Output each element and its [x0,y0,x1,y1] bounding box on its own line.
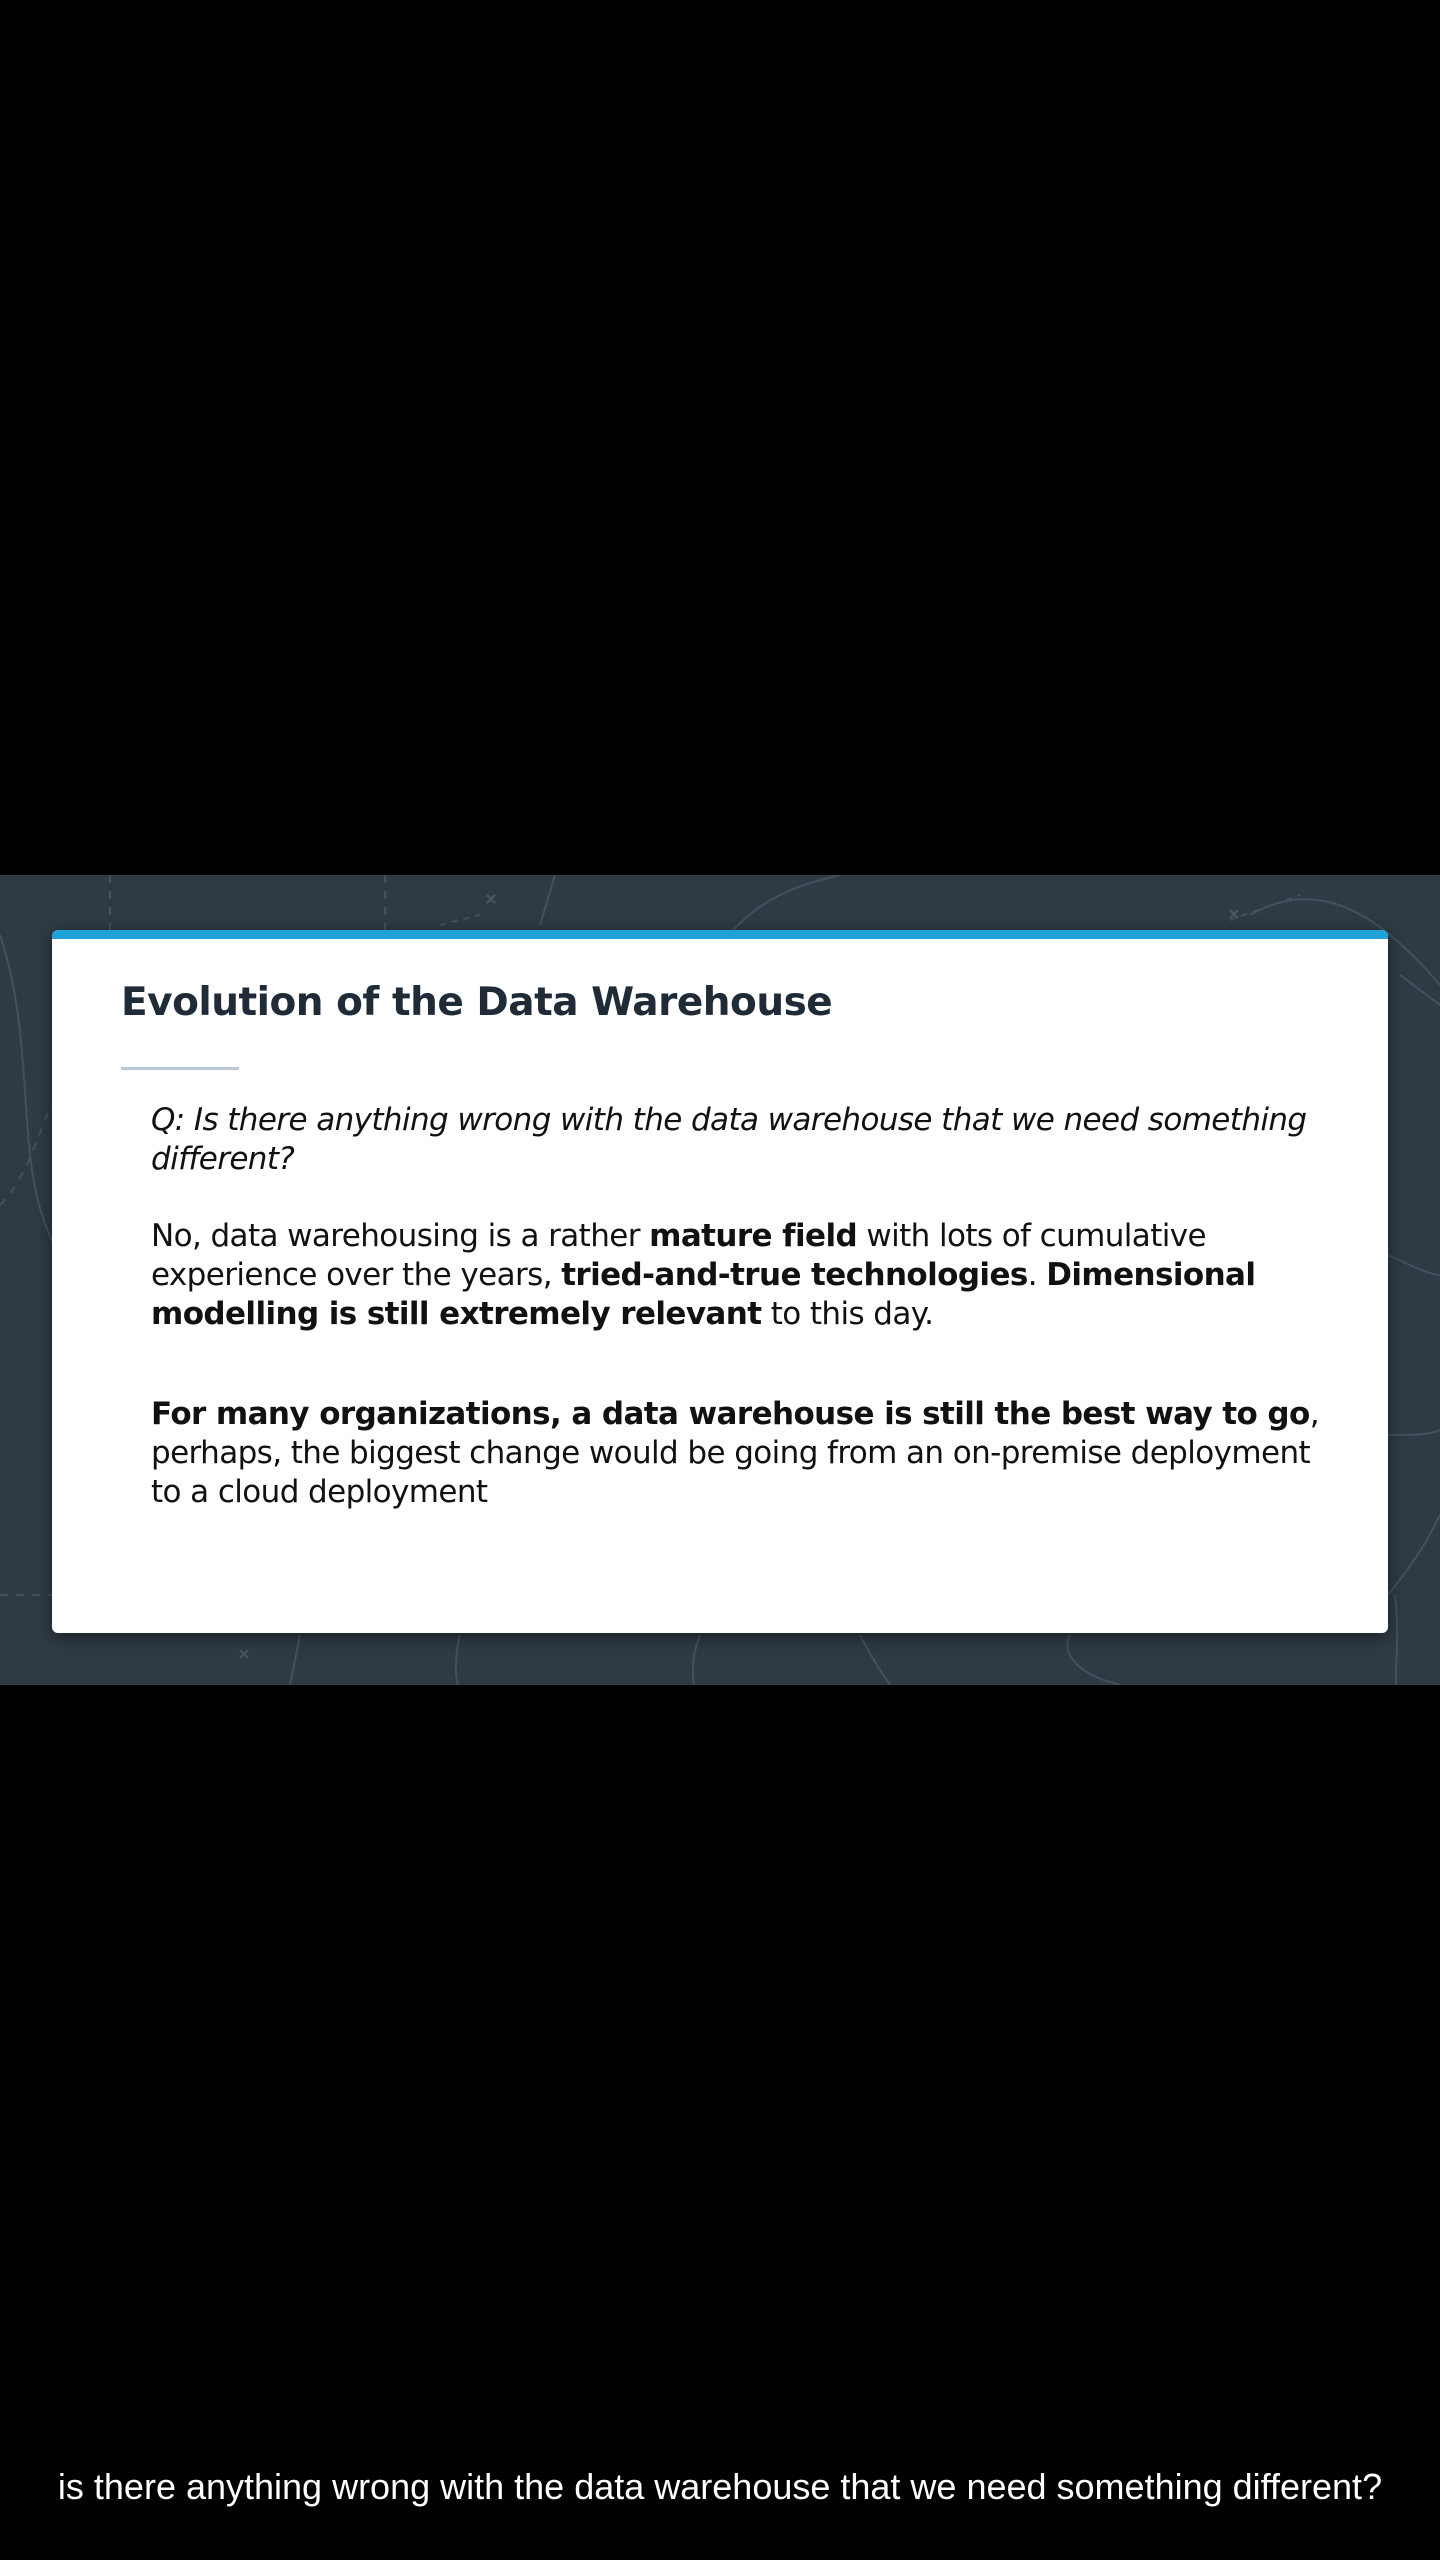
answer-bold-1: mature field [649,1218,858,1254]
slide-card: Evolution of the Data Warehouse Q: Is th… [52,930,1388,1633]
answer-text-4: to this day. [761,1296,934,1332]
video-frame[interactable]: Evolution of the Data Warehouse Q: Is th… [0,875,1440,1685]
slide-title: Evolution of the Data Warehouse [121,980,833,1025]
title-underline [121,1067,239,1070]
subtitle-caption: is there anything wrong with the data wa… [57,2466,1383,2507]
answer-text-1: No, data warehousing is a rather [151,1218,650,1254]
video-player-screen[interactable]: Evolution of the Data Warehouse Q: Is th… [0,0,1440,2560]
slide-note: For many organizations, a data warehouse… [151,1395,1321,1512]
slide-question: Q: Is there anything wrong with the data… [151,1102,1307,1177]
slide-answer: No, data warehousing is a rather mature … [151,1217,1321,1334]
slide-accent-bar [52,930,1388,939]
answer-bold-2: tried-and-true technologies [561,1257,1028,1293]
note-bold-1: For many organizations, a data warehouse… [151,1396,1310,1432]
answer-text-3: . [1027,1257,1047,1293]
